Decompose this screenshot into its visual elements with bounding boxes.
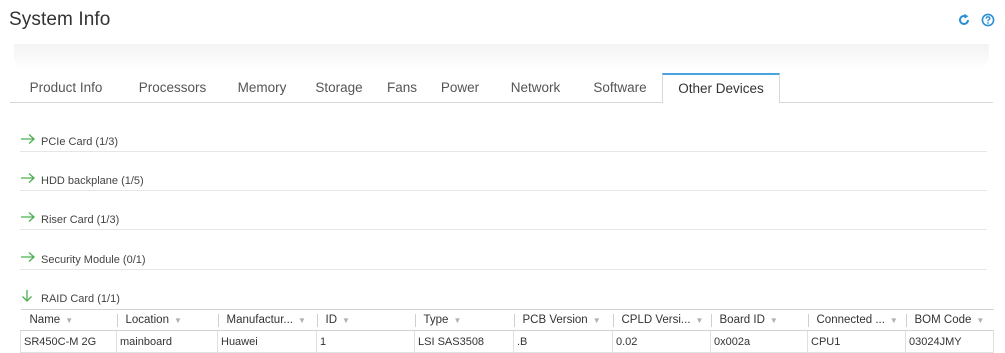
tab-bar: Product Info Processors Memory Storage F… — [10, 73, 993, 103]
column-header-location[interactable]: Location ▼ — [116, 309, 218, 331]
section-label: Riser Card (1/3) — [41, 214, 120, 226]
column-header-name[interactable]: Name ▼ — [20, 309, 117, 331]
sort-caret-icon: ▼ — [695, 316, 704, 325]
column-header-pcb-version[interactable]: PCB Version ▼ — [513, 309, 613, 331]
section-label: HDD backplane (1/5) — [41, 175, 144, 187]
page-title: System Info — [9, 9, 111, 30]
section-raid-card[interactable]: RAID Card (1/1) — [20, 288, 987, 308]
cell-id: 1 — [316, 330, 415, 353]
table-header-row: Name ▼ Location ▼ Manufactur... ▼ ID ▼ Type ▼… — [20, 309, 994, 331]
sort-caret-icon: ▼ — [592, 316, 601, 325]
tab-network[interactable]: Network — [493, 73, 578, 102]
help-icon[interactable] — [981, 13, 995, 27]
cell-bom-code: 03024JMY — [905, 330, 994, 353]
tab-storage[interactable]: Storage — [301, 73, 377, 102]
section-pcie-card[interactable]: PCIe Card (1/3) — [20, 131, 987, 152]
tab-fans[interactable]: Fans — [377, 73, 427, 102]
sort-caret-icon: ▼ — [889, 316, 898, 325]
cell-connected: CPU1 — [807, 330, 906, 353]
section-hdd-backplane[interactable]: HDD backplane (1/5) — [20, 170, 987, 191]
cell-type: LSI SAS3508 — [414, 330, 514, 353]
column-header-bom-code[interactable]: BOM Code ▼ — [905, 309, 994, 331]
column-header-connected[interactable]: Connected ... ▼ — [807, 309, 906, 331]
tab-processors[interactable]: Processors — [122, 73, 223, 102]
section-security-module[interactable]: Security Module (0/1) — [20, 249, 987, 270]
tab-memory[interactable]: Memory — [223, 73, 301, 102]
section-riser-card[interactable]: Riser Card (1/3) — [20, 209, 987, 230]
arrow-down-icon — [20, 289, 34, 308]
sort-caret-icon: ▼ — [976, 316, 985, 325]
table-row[interactable]: SR450C-M 2G mainboard Huawei 1 LSI SAS35… — [20, 330, 994, 353]
cell-location: mainboard — [116, 330, 218, 353]
column-header-cpld-version[interactable]: CPLD Versi... ▼ — [612, 309, 711, 331]
sort-caret-icon: ▼ — [342, 316, 350, 325]
refresh-icon[interactable] — [957, 13, 971, 27]
column-header-id[interactable]: ID ▼ — [316, 309, 415, 331]
sort-caret-icon: ▼ — [453, 316, 462, 325]
tab-software[interactable]: Software — [578, 73, 662, 102]
column-header-type[interactable]: Type ▼ — [414, 309, 514, 331]
cell-name: SR450C-M 2G — [20, 330, 117, 353]
tab-other-devices[interactable]: Other Devices — [662, 73, 780, 103]
title-band — [14, 44, 989, 70]
section-label: Security Module (0/1) — [41, 254, 146, 266]
arrow-right-icon — [20, 210, 36, 228]
column-header-manufacturer[interactable]: Manufactur... ▼ — [217, 309, 317, 331]
toolbar-icons — [957, 13, 995, 27]
arrow-right-icon — [20, 171, 36, 189]
sort-caret-icon: ▼ — [297, 316, 306, 325]
column-header-board-id[interactable]: Board ID ▼ — [710, 309, 808, 331]
tab-product-info[interactable]: Product Info — [10, 73, 122, 102]
cell-cpld-version: 0.02 — [612, 330, 711, 353]
sort-caret-icon: ▼ — [65, 316, 74, 325]
cell-board-id: 0x002a — [710, 330, 808, 353]
sort-caret-icon: ▼ — [769, 316, 778, 325]
arrow-right-icon — [20, 250, 36, 268]
arrow-right-icon — [20, 132, 36, 150]
sort-caret-icon: ▼ — [173, 316, 182, 325]
section-label: PCIe Card (1/3) — [41, 136, 119, 148]
section-label: RAID Card (1/1) — [41, 293, 120, 305]
cell-pcb-version: .B — [513, 330, 613, 353]
tab-power[interactable]: Power — [427, 73, 493, 102]
raid-card-table: Name ▼ Location ▼ Manufactur... ▼ ID ▼ Type ▼… — [20, 309, 994, 353]
cell-manufacturer: Huawei — [217, 330, 317, 353]
